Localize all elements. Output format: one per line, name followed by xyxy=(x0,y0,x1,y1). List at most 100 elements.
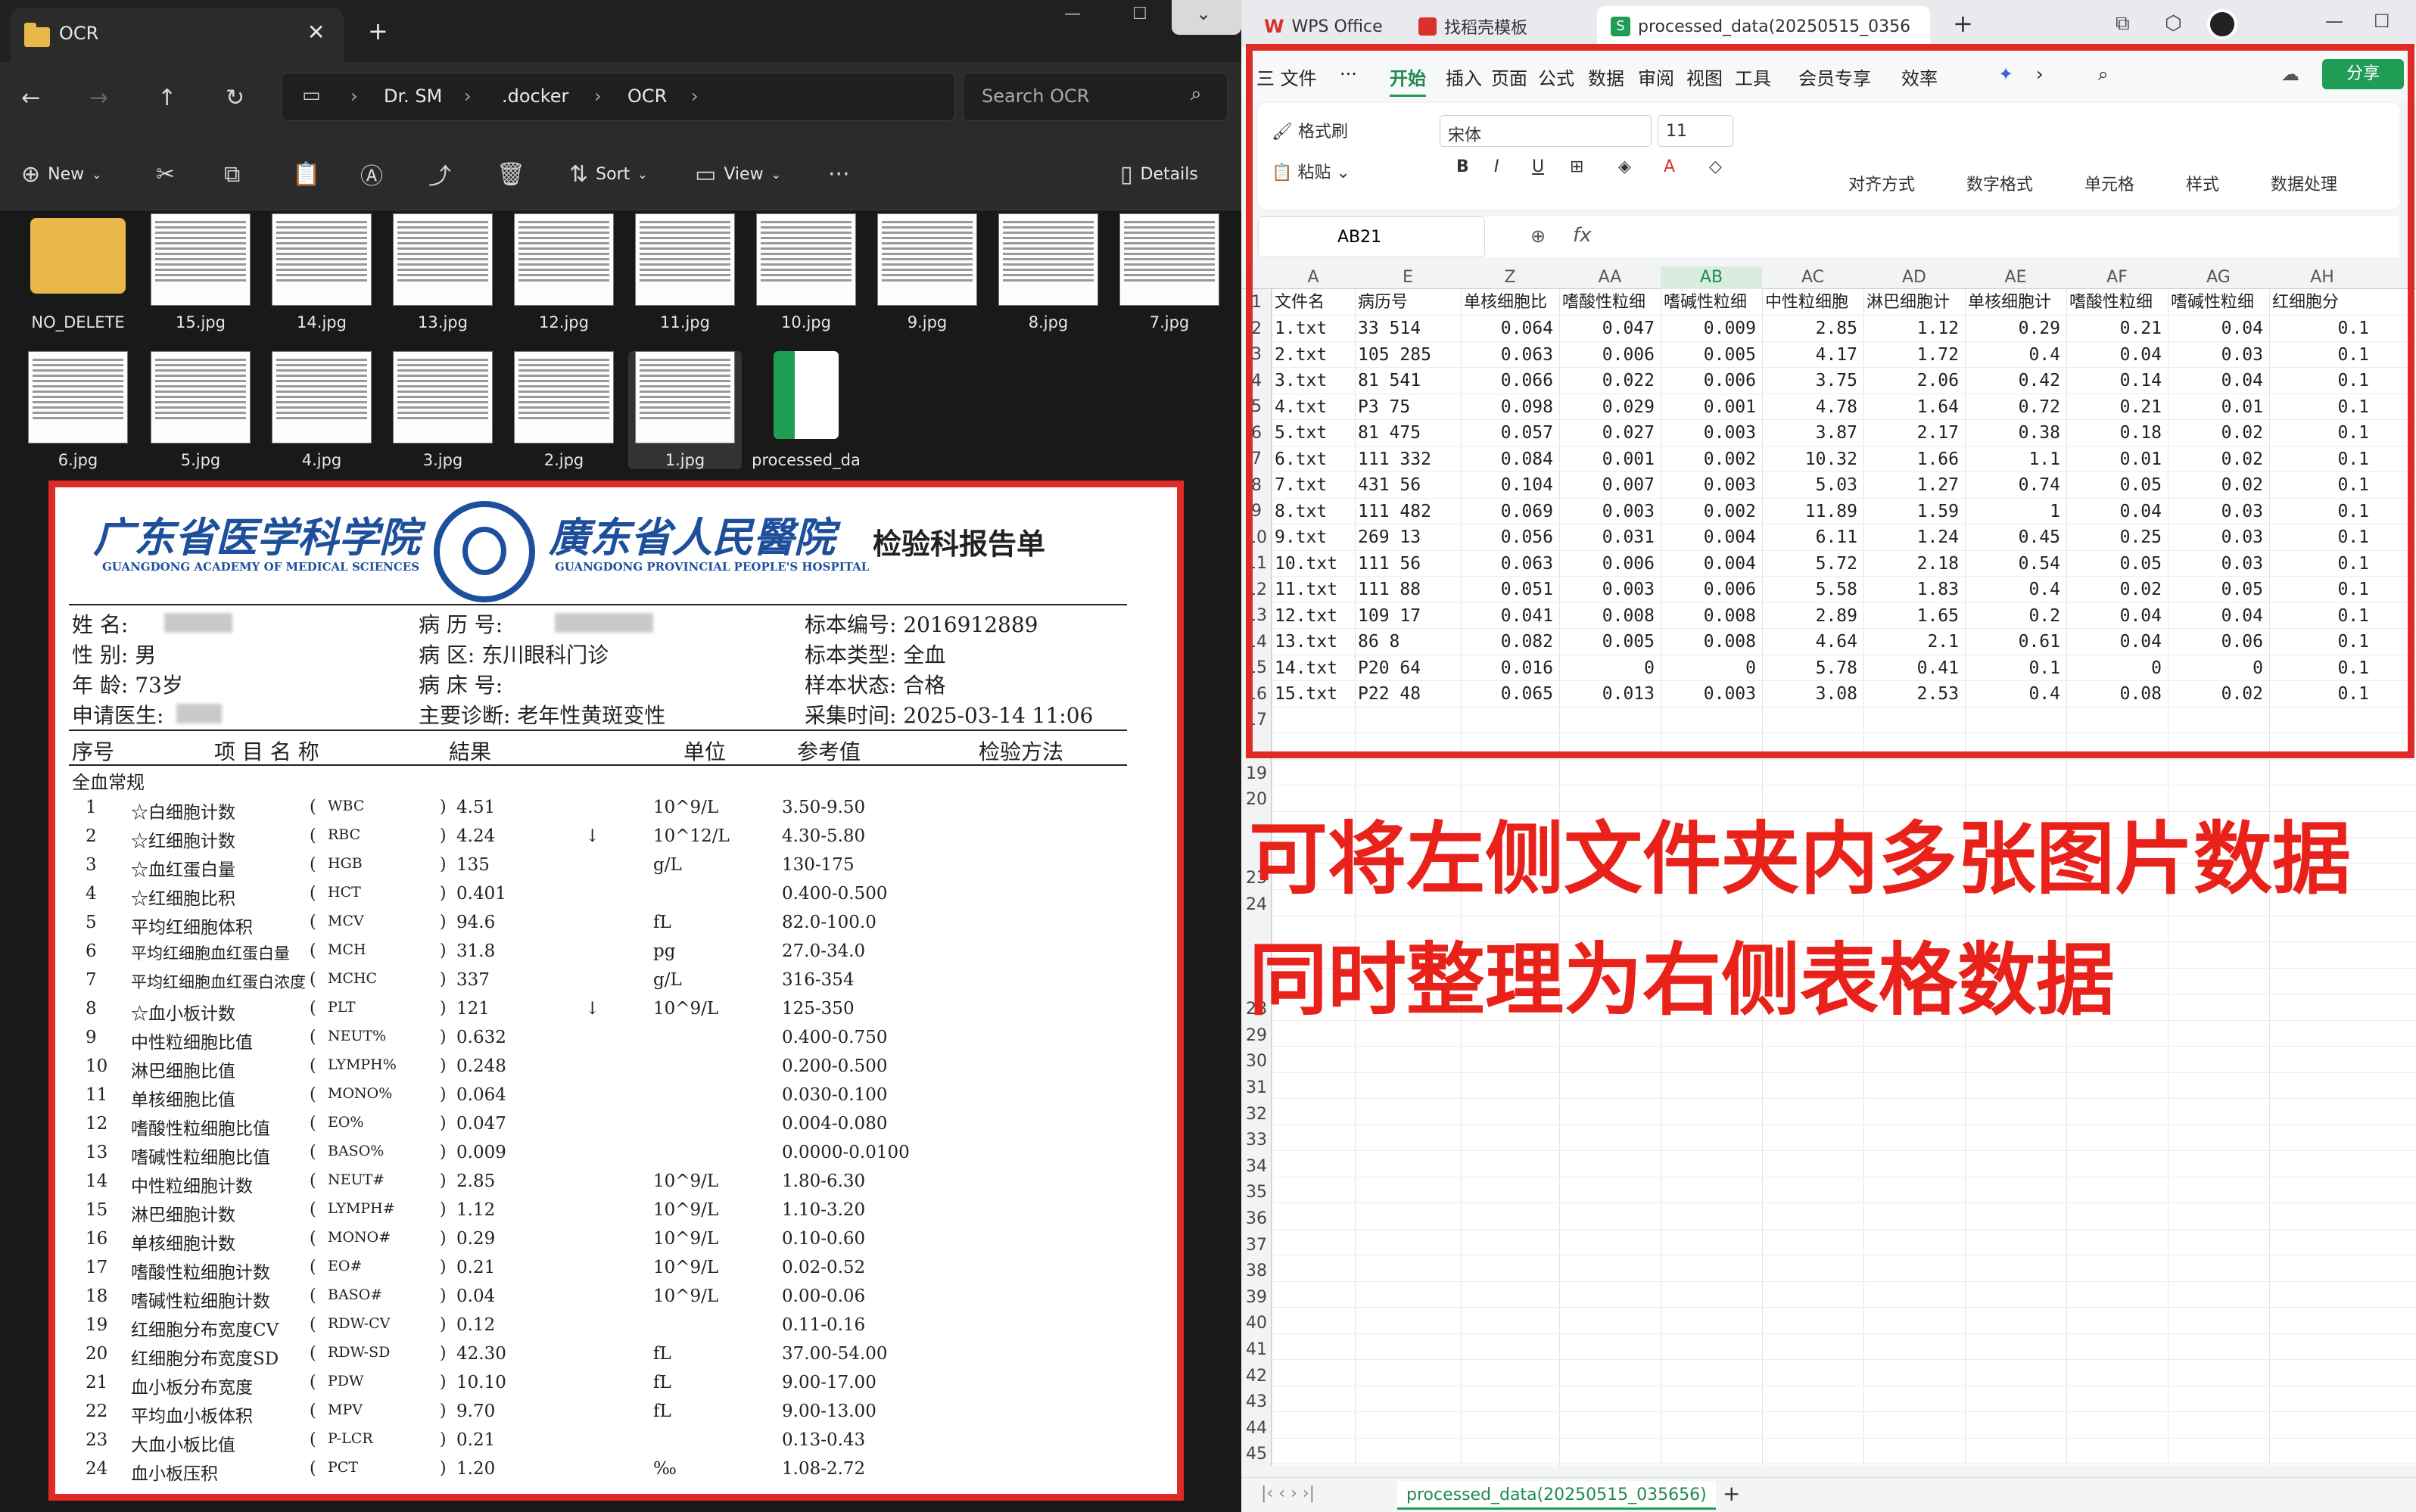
report-cell: MCHC xyxy=(328,970,378,987)
file-item[interactable]: 9.jpg xyxy=(870,213,984,331)
new-button[interactable]: ⊕ New ⌄ xyxy=(21,138,102,210)
file-name: 15.jpg xyxy=(176,313,226,331)
cut-icon[interactable]: ✂ xyxy=(156,138,175,210)
file-item[interactable]: 15.jpg xyxy=(144,213,257,331)
paren-close: ) xyxy=(440,1459,447,1478)
sheet-nav-icon[interactable]: |‹ ‹ › ›| xyxy=(1261,1484,1315,1503)
report-cell: MPV xyxy=(328,1402,363,1418)
highlight-frame xyxy=(1246,44,2414,758)
search-input[interactable]: Search OCR ⌕ xyxy=(963,73,1228,121)
share-icon[interactable]: ⤴ xyxy=(428,138,451,210)
breadcrumb-item[interactable]: OCR xyxy=(627,86,667,107)
report-cell: 嗜碱性粒细胞计数 xyxy=(131,1292,270,1311)
copy-icon[interactable]: ⧉ xyxy=(224,138,240,210)
redacted-name xyxy=(164,613,232,633)
maximize-icon[interactable]: ☐ xyxy=(1132,5,1147,23)
new-tab-icon[interactable]: + xyxy=(368,17,388,45)
row-number[interactable]: 30 xyxy=(1241,1048,1272,1075)
report-cell: 4 xyxy=(86,884,97,904)
file-item[interactable]: 13.jpg xyxy=(386,213,500,331)
breadcrumb-item[interactable]: Dr. SM xyxy=(384,86,442,107)
file-item[interactable]: 8.jpg xyxy=(992,213,1105,331)
row-number[interactable]: 19 xyxy=(1241,761,1272,787)
row-number[interactable]: 33 xyxy=(1241,1127,1272,1153)
more-icon[interactable]: ··· xyxy=(828,138,850,210)
avatar[interactable] xyxy=(2207,9,2237,39)
row-number[interactable]: 35 xyxy=(1241,1179,1272,1206)
new-tab-icon[interactable]: + xyxy=(1953,9,1973,38)
tab-wps-office[interactable]: W WPS Office xyxy=(1250,6,1396,47)
file-item[interactable]: 1.jpg xyxy=(628,351,742,469)
details-button[interactable]: ▯ Details xyxy=(1120,138,1198,210)
overflow-button[interactable]: ⌄ xyxy=(1172,0,1241,35)
row-number[interactable]: 45 xyxy=(1241,1441,1272,1467)
paren-close: ) xyxy=(440,855,447,874)
delete-icon[interactable]: 🗑 xyxy=(497,138,525,210)
file-item[interactable]: 4.jpg xyxy=(265,351,378,469)
report-cell: ↓ xyxy=(585,999,600,1019)
file-item[interactable]: 11.jpg xyxy=(628,213,742,331)
tab-title: OCR xyxy=(59,23,99,44)
rename-icon[interactable]: Ⓐ xyxy=(360,138,383,210)
report-cell: WBC xyxy=(328,798,365,814)
file-item[interactable]: 7.jpg xyxy=(1113,213,1226,331)
doctor-label: 申请医生: xyxy=(72,703,164,728)
explorer-tab[interactable]: OCR ✕ xyxy=(11,8,344,62)
paren-open: ( xyxy=(310,1315,316,1334)
chevron-down-icon: ⌄ xyxy=(771,166,781,182)
tab-processed-data[interactable]: Sprocessed_data(20250515_0356 xyxy=(1597,6,1930,47)
report-cell: 1.08-2.72 xyxy=(782,1459,866,1479)
paren-close: ) xyxy=(440,1143,447,1162)
file-item[interactable]: 5.jpg xyxy=(144,351,257,469)
sheet-tab[interactable]: processed_data(20250515_035656) xyxy=(1397,1481,1716,1510)
row-number[interactable]: 37 xyxy=(1241,1232,1272,1258)
close-tab-icon[interactable]: ✕ xyxy=(307,20,325,45)
command-bar: ⊕ New ⌄ ✂ ⧉ 📋 Ⓐ ⤴ 🗑 ⇅ Sort ⌄ ▭ View ⌄ ··· ▯ Det… xyxy=(0,138,1241,210)
file-item[interactable]: 2.jpg xyxy=(507,351,621,469)
row-number[interactable]: 36 xyxy=(1241,1206,1272,1232)
file-thumbnail xyxy=(998,213,1098,306)
row-number[interactable]: 42 xyxy=(1241,1363,1272,1389)
file-item[interactable]: 6.jpg xyxy=(21,351,135,469)
window-icon[interactable]: ⧉ xyxy=(2116,12,2130,36)
row-number[interactable]: 38 xyxy=(1241,1258,1272,1284)
report-cell: 0.401 xyxy=(456,884,506,904)
paste-icon[interactable]: 📋 xyxy=(292,138,320,210)
tab-template[interactable]: 找稻壳模板 xyxy=(1405,6,1541,47)
file-item[interactable]: 14.jpg xyxy=(265,213,378,331)
row-number[interactable]: 40 xyxy=(1241,1310,1272,1336)
maximize-icon[interactable]: ☐ xyxy=(2374,11,2390,32)
up-icon[interactable]: ↑ xyxy=(157,85,176,111)
bed-label: 病 床 号: xyxy=(419,673,503,698)
refresh-icon[interactable]: ↻ xyxy=(226,85,244,111)
file-item[interactable]: 12.jpg xyxy=(507,213,621,331)
add-sheet-icon[interactable]: + xyxy=(1723,1481,1740,1506)
caption-line-1: 可将左侧文件夹内多张图片数据 xyxy=(1249,813,2352,905)
file-item[interactable]: processed_da xyxy=(749,351,863,469)
view-button[interactable]: ▭ View ⌄ xyxy=(695,138,781,210)
row-number[interactable]: 32 xyxy=(1241,1101,1272,1128)
sort-button[interactable]: ⇅ Sort ⌄ xyxy=(569,138,648,210)
row-number[interactable]: 44 xyxy=(1241,1415,1272,1442)
row-number[interactable]: 41 xyxy=(1241,1336,1272,1363)
row-number[interactable]: 43 xyxy=(1241,1389,1272,1415)
row-number[interactable]: 39 xyxy=(1241,1284,1272,1311)
file-item[interactable]: NO_DELETE xyxy=(21,213,135,331)
minimize-icon[interactable]: — xyxy=(1064,5,1081,23)
report-cell: 13 xyxy=(86,1143,108,1162)
gridline xyxy=(1272,1228,2416,1230)
row-number[interactable]: 31 xyxy=(1241,1075,1272,1101)
breadcrumb-item[interactable]: .docker xyxy=(502,86,568,107)
back-icon[interactable]: ← xyxy=(21,85,40,111)
report-cell: MONO# xyxy=(328,1229,391,1246)
file-item[interactable]: 10.jpg xyxy=(749,213,863,331)
paren-open: ( xyxy=(310,884,316,903)
row-number[interactable]: 34 xyxy=(1241,1153,1272,1180)
file-name: 2.jpg xyxy=(543,451,584,469)
breadcrumb[interactable]: ▭ › Dr. SM › .docker › OCR › xyxy=(282,73,955,121)
file-item[interactable]: 3.jpg xyxy=(386,351,500,469)
forward-icon[interactable]: → xyxy=(89,85,108,111)
report-cell: 3.50-9.50 xyxy=(782,798,866,817)
minimize-icon[interactable]: — xyxy=(2325,11,2343,32)
cube-icon[interactable]: ⬡ xyxy=(2165,12,2182,35)
